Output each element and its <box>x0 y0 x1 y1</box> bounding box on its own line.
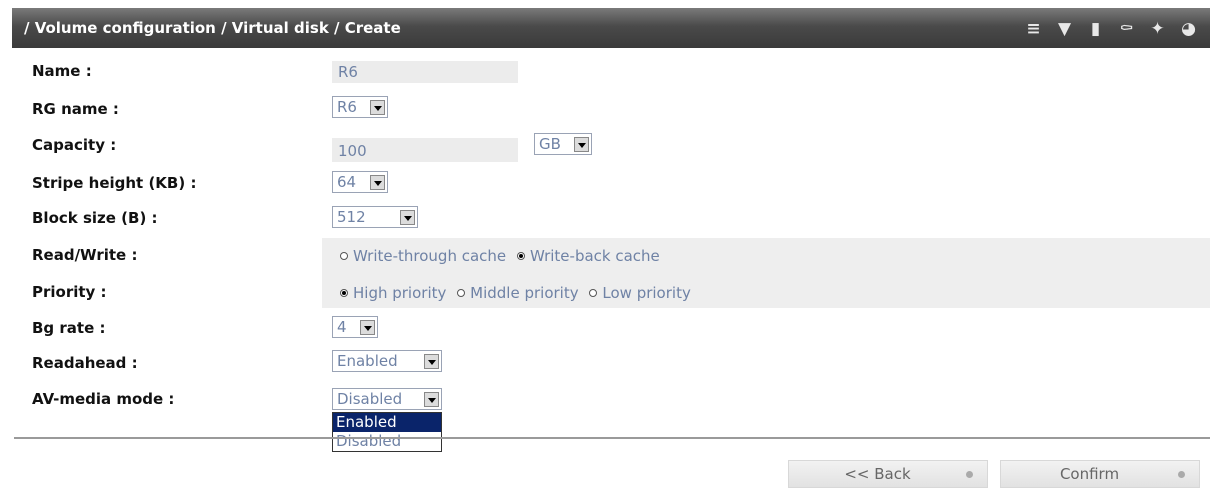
breadcrumb: / Volume configuration / Virtual disk / … <box>24 19 401 37</box>
name-field[interactable]: R6 <box>332 61 518 83</box>
av-media-mode-select[interactable]: Disabled <box>332 388 442 410</box>
low-priority-label: Low priority <box>602 284 691 302</box>
block-size-select[interactable]: 512 <box>332 206 418 228</box>
stripe-height-label: Stripe height (KB) : <box>32 174 197 192</box>
bg-rate-value: 4 <box>337 318 347 336</box>
chevron-down-icon <box>370 99 385 115</box>
chevron-down-icon <box>424 391 439 407</box>
rg-name-label: RG name : <box>32 100 119 118</box>
write-through-label: Write-through cache <box>353 247 507 265</box>
priority-label: Priority : <box>32 283 107 301</box>
priority-options: High priority Middle priority Low priori… <box>340 283 697 302</box>
read-write-options: Write-through cache Write-back cache <box>340 246 666 265</box>
header-icon-bar: ≡ ▼ ▮ ⚰ ✦ ◕ <box>1018 18 1204 40</box>
radio-checked-icon <box>340 289 348 297</box>
radio-checked-icon <box>516 252 525 260</box>
capacity-unit-select[interactable]: GB <box>534 133 592 155</box>
confirm-button-label: Confirm <box>1059 465 1120 483</box>
rg-name-value: R6 <box>337 98 357 116</box>
stripe-height-value: 64 <box>337 173 357 191</box>
bullet-icon <box>966 470 973 478</box>
block-size-value: 512 <box>337 208 366 226</box>
fan-icon[interactable]: ✦ <box>1142 18 1173 40</box>
power-plug-icon[interactable]: ⚰ <box>1111 18 1142 40</box>
stripe-height-select[interactable]: 64 <box>332 171 388 193</box>
confirm-button[interactable]: Confirm <box>1000 460 1200 488</box>
radio-unchecked-icon <box>589 289 598 297</box>
readahead-select[interactable]: Enabled <box>332 350 442 372</box>
readahead-value: Enabled <box>337 352 398 370</box>
write-back-label: Write-back cache <box>529 247 660 265</box>
radio-unchecked-icon <box>457 289 466 297</box>
back-button[interactable]: << Back <box>788 460 988 488</box>
chevron-down-icon <box>424 353 439 369</box>
chevron-down-icon <box>574 136 589 152</box>
stack-icon[interactable]: ≡ <box>1018 18 1049 40</box>
speed-icon[interactable]: ◕ <box>1173 18 1204 40</box>
chevron-down-icon <box>400 209 415 225</box>
high-priority-radio[interactable]: High priority <box>340 284 446 302</box>
radio-unchecked-icon <box>340 252 348 260</box>
name-label: Name : <box>32 62 92 80</box>
middle-priority-label: Middle priority <box>470 284 579 302</box>
readahead-label: Readahead : <box>32 354 138 372</box>
capacity-unit-value: GB <box>539 135 561 153</box>
read-write-label: Read/Write : <box>32 246 138 264</box>
chevron-down-icon <box>370 174 385 190</box>
high-priority-label: High priority <box>353 284 447 302</box>
dropdown-option-enabled[interactable]: Enabled <box>333 413 441 432</box>
av-media-mode-label: AV-media mode : <box>32 390 175 408</box>
av-media-mode-value: Disabled <box>337 390 403 408</box>
page-header: / Volume configuration / Virtual disk / … <box>12 8 1210 48</box>
rg-name-select[interactable]: R6 <box>332 96 388 118</box>
low-priority-radio[interactable]: Low priority <box>589 284 691 302</box>
back-button-label: << Back <box>844 465 911 483</box>
thermometer-icon[interactable]: ▼ <box>1049 18 1080 40</box>
write-through-radio[interactable]: Write-through cache <box>340 247 506 265</box>
write-back-radio[interactable]: Write-back cache <box>516 247 660 265</box>
divider <box>14 437 1210 439</box>
av-media-mode-dropdown: Enabled Disabled <box>332 412 442 452</box>
bullet-icon <box>1178 470 1185 478</box>
block-size-label: Block size (B) : <box>32 209 158 227</box>
dropdown-option-disabled[interactable]: Disabled <box>333 432 441 451</box>
capacity-label: Capacity : <box>32 136 117 154</box>
middle-priority-radio[interactable]: Middle priority <box>457 284 579 302</box>
battery-icon[interactable]: ▮ <box>1080 18 1111 40</box>
bg-rate-label: Bg rate : <box>32 319 106 337</box>
capacity-field[interactable]: 100 <box>332 138 518 162</box>
bg-rate-select[interactable]: 4 <box>332 316 378 338</box>
chevron-down-icon <box>360 319 375 335</box>
